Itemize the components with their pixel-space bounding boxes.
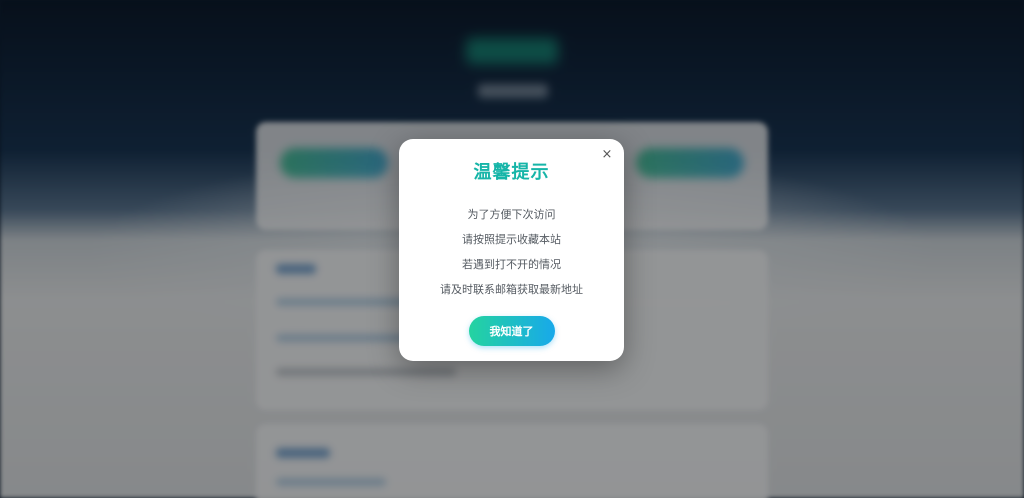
notice-dialog: × 温馨提示 为了方便下次访问 请按照提示收藏本站 若遇到打不开的情况 请及时联…	[399, 139, 624, 361]
confirm-button[interactable]: 我知道了	[468, 316, 555, 346]
dialog-message-line: 请及时联系邮箱获取最新地址	[440, 283, 583, 296]
close-icon[interactable]: ×	[600, 148, 614, 162]
dialog-message-line: 若遇到打不开的情况	[462, 258, 561, 271]
dialog-message-line: 请按照提示收藏本站	[462, 233, 561, 246]
dialog-message: 为了方便下次访问 请按照提示收藏本站 若遇到打不开的情况 请及时联系邮箱获取最新…	[399, 202, 624, 302]
dialog-message-line: 为了方便下次访问	[467, 208, 556, 221]
dialog-title: 温馨提示	[473, 162, 550, 183]
